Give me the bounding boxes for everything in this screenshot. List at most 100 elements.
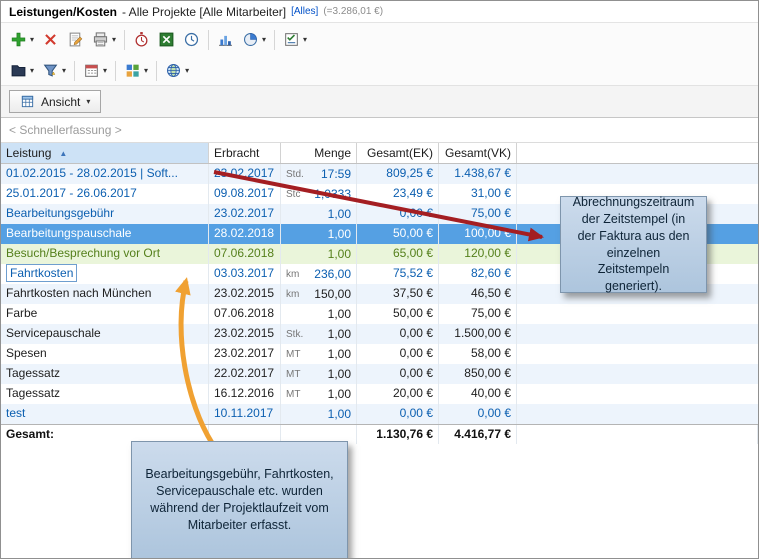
cell-gesamt-vk[interactable]: 1.438,67 €	[439, 164, 517, 184]
cell-leistung[interactable]: Spesen	[1, 344, 209, 364]
cell-menge[interactable]: 1,00	[281, 404, 357, 424]
cell-leistung[interactable]: Fahrtkosten	[1, 264, 209, 284]
cell-gesamt-ek[interactable]: 0,00 €	[357, 204, 439, 224]
cell-menge[interactable]: MT1,00	[281, 364, 357, 384]
checklist-button[interactable]: ▾	[279, 28, 311, 51]
column-header-gesamt-ek[interactable]: Gesamt(EK)	[357, 143, 439, 163]
quick-entry-field[interactable]: < Schnellerfassung >	[1, 118, 758, 142]
cell-filler[interactable]	[517, 364, 758, 384]
cell-gesamt-vk[interactable]: 100,00 €	[439, 224, 517, 244]
table-row[interactable]: test10.11.20171,000,00 €0,00 €	[1, 404, 758, 424]
cell-gesamt-ek[interactable]: 75,52 €	[357, 264, 439, 284]
cell-gesamt-ek[interactable]: 50,00 €	[357, 304, 439, 324]
column-header-erbracht[interactable]: Erbracht	[209, 143, 281, 163]
chart-button[interactable]	[213, 28, 238, 51]
cell-gesamt-vk[interactable]: 75,00 €	[439, 204, 517, 224]
cell-leistung[interactable]: Tagessatz	[1, 364, 209, 384]
cell-gesamt-vk[interactable]: 46,50 €	[439, 284, 517, 304]
cell-filler[interactable]	[517, 164, 758, 184]
cell-menge[interactable]: 1,00	[281, 304, 357, 324]
cell-menge[interactable]: 1,00	[281, 244, 357, 264]
cell-menge[interactable]: km150,00	[281, 284, 357, 304]
cell-gesamt-vk[interactable]: 31,00 €	[439, 184, 517, 204]
cell-gesamt-ek[interactable]: 0,00 €	[357, 324, 439, 344]
filter-button[interactable]: ▾	[38, 59, 70, 82]
cell-leistung[interactable]: Fahrtkosten nach München	[1, 284, 209, 304]
cell-erbracht[interactable]: 16.12.2016	[209, 384, 281, 404]
cell-gesamt-ek[interactable]: 65,00 €	[357, 244, 439, 264]
table-row[interactable]: Farbe07.06.20181,0050,00 €75,00 €	[1, 304, 758, 324]
clock-button[interactable]	[179, 28, 204, 51]
cell-menge[interactable]: Std.17:59	[281, 164, 357, 184]
cell-leistung[interactable]: Tagessatz	[1, 384, 209, 404]
print-button[interactable]: ▾	[88, 28, 120, 51]
cell-menge[interactable]: Stk.1,00	[281, 324, 357, 344]
folder-button[interactable]: ▾	[6, 59, 38, 82]
cell-gesamt-ek[interactable]: 809,25 €	[357, 164, 439, 184]
column-header-gesamt-vk[interactable]: Gesamt(VK)	[439, 143, 517, 163]
timer-button[interactable]	[129, 28, 154, 51]
cell-leistung[interactable]: 01.02.2015 - 28.02.2015 | Soft...	[1, 164, 209, 184]
cell-erbracht[interactable]: 23.02.2017	[209, 164, 281, 184]
cell-filler[interactable]	[517, 384, 758, 404]
edit-button[interactable]	[63, 28, 88, 51]
cell-leistung[interactable]: Besuch/Besprechung vor Ort	[1, 244, 209, 264]
calendar-button[interactable]: ▾	[79, 59, 111, 82]
table-row[interactable]: Servicepauschale23.02.2015Stk.1,000,00 €…	[1, 324, 758, 344]
cell-menge[interactable]: MT1,00	[281, 344, 357, 364]
cell-gesamt-ek[interactable]: 50,00 €	[357, 224, 439, 244]
focused-cell-box[interactable]: Fahrtkosten	[6, 264, 77, 282]
cell-erbracht[interactable]: 10.11.2017	[209, 404, 281, 424]
cell-gesamt-vk[interactable]: 120,00 €	[439, 244, 517, 264]
view-blocks-button[interactable]: ▾	[120, 59, 152, 82]
column-header-leistung[interactable]: Leistung ▲	[1, 143, 209, 163]
cell-menge[interactable]: Stc1,0333	[281, 184, 357, 204]
cell-menge[interactable]: 1,00	[281, 204, 357, 224]
globe-button[interactable]: ▾	[161, 59, 193, 82]
table-row[interactable]: Spesen23.02.2017MT1,000,00 €58,00 €	[1, 344, 758, 364]
view-button[interactable]: Ansicht ▾	[9, 90, 101, 113]
pie-chart-button[interactable]: ▾	[238, 28, 270, 51]
cell-gesamt-vk[interactable]: 82,60 €	[439, 264, 517, 284]
cell-erbracht[interactable]: 28.02.2018	[209, 224, 281, 244]
table-row[interactable]: Tagessatz22.02.2017MT1,000,00 €850,00 €	[1, 364, 758, 384]
cell-leistung[interactable]: Servicepauschale	[1, 324, 209, 344]
cell-gesamt-vk[interactable]: 850,00 €	[439, 364, 517, 384]
cell-gesamt-vk[interactable]: 1.500,00 €	[439, 324, 517, 344]
cell-filler[interactable]	[517, 344, 758, 364]
cell-filler[interactable]	[517, 304, 758, 324]
cell-erbracht[interactable]: 23.02.2017	[209, 204, 281, 224]
cell-erbracht[interactable]: 09.08.2017	[209, 184, 281, 204]
cell-leistung[interactable]: Bearbeitungsgebühr	[1, 204, 209, 224]
column-header-menge[interactable]: Menge	[281, 143, 357, 163]
cell-gesamt-vk[interactable]: 40,00 €	[439, 384, 517, 404]
cell-leistung[interactable]: 25.01.2017 - 26.06.2017	[1, 184, 209, 204]
cell-gesamt-ek[interactable]: 0,00 €	[357, 364, 439, 384]
cell-gesamt-ek[interactable]: 0,00 €	[357, 404, 439, 424]
add-button[interactable]: ▾	[6, 28, 38, 51]
cell-erbracht[interactable]: 23.02.2015	[209, 324, 281, 344]
excel-export-button[interactable]	[154, 28, 179, 51]
cell-menge[interactable]: MT1,00	[281, 384, 357, 404]
cell-gesamt-ek[interactable]: 37,50 €	[357, 284, 439, 304]
cell-erbracht[interactable]: 23.02.2017	[209, 344, 281, 364]
cell-gesamt-vk[interactable]: 58,00 €	[439, 344, 517, 364]
cell-gesamt-vk[interactable]: 0,00 €	[439, 404, 517, 424]
cell-filler[interactable]	[517, 324, 758, 344]
delete-button[interactable]	[38, 28, 63, 51]
cell-erbracht[interactable]: 22.02.2017	[209, 364, 281, 384]
cell-erbracht[interactable]: 07.06.2018	[209, 304, 281, 324]
cell-erbracht[interactable]: 23.02.2015	[209, 284, 281, 304]
cell-gesamt-ek[interactable]: 0,00 €	[357, 344, 439, 364]
cell-leistung[interactable]: Bearbeitungspauschale	[1, 224, 209, 244]
cell-filler[interactable]	[517, 404, 758, 424]
cell-leistung[interactable]: Farbe	[1, 304, 209, 324]
cell-gesamt-vk[interactable]: 75,00 €	[439, 304, 517, 324]
table-row[interactable]: 01.02.2015 - 28.02.2015 | Soft...23.02.2…	[1, 164, 758, 184]
cell-erbracht[interactable]: 07.06.2018	[209, 244, 281, 264]
cell-leistung[interactable]: test	[1, 404, 209, 424]
cell-gesamt-ek[interactable]: 23,49 €	[357, 184, 439, 204]
cell-menge[interactable]: km236,00	[281, 264, 357, 284]
table-row[interactable]: Tagessatz16.12.2016MT1,0020,00 €40,00 €	[1, 384, 758, 404]
cell-erbracht[interactable]: 03.03.2017	[209, 264, 281, 284]
